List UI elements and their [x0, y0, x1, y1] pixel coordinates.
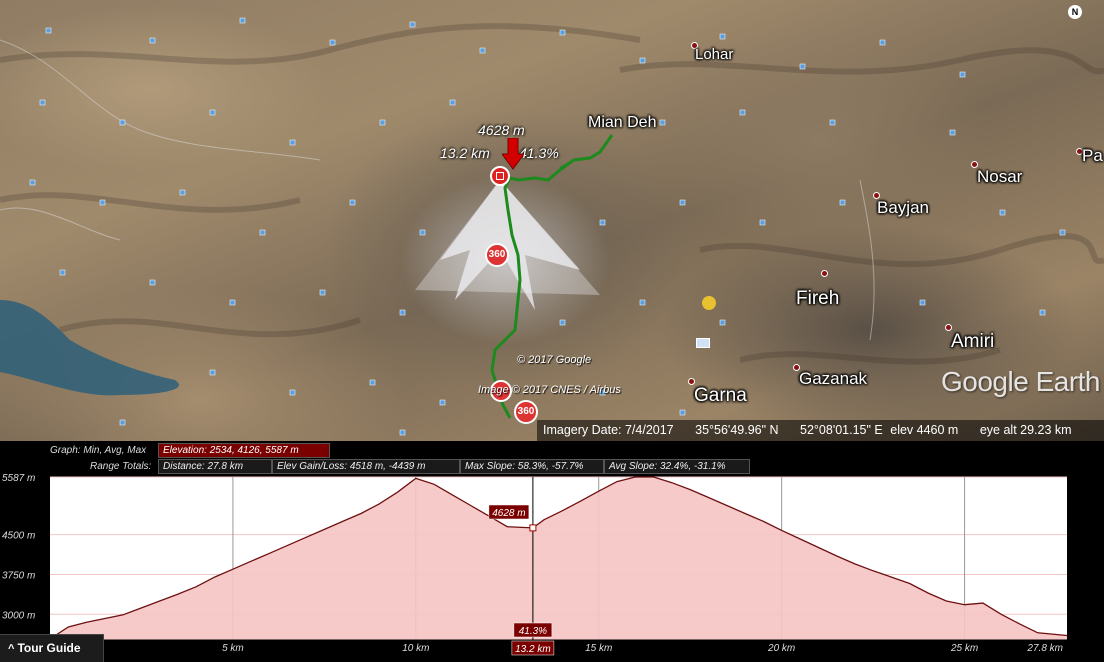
cursor-distance-tag: 13.2 km	[515, 644, 551, 655]
place-garna[interactable]: Garna	[694, 385, 747, 407]
place-fireh[interactable]: Fireh	[796, 288, 839, 310]
x-tick-label: 20 km	[767, 643, 795, 654]
copyright-google: © 2017 Google	[517, 354, 592, 366]
lake	[0, 300, 179, 396]
x-tick-label: 10 km	[402, 643, 429, 654]
y-tick-label: 5587 m	[2, 473, 35, 484]
copyright-imagery: Image © 2017 CNES / Airbus	[478, 384, 621, 396]
place-gazanak[interactable]: Gazanak	[799, 369, 867, 389]
x-tick-label: 27.8 km	[1026, 643, 1063, 654]
y-tick-label: 3000 m	[2, 610, 35, 621]
compass-icon[interactable]: N	[1068, 5, 1082, 19]
red-arrow-icon[interactable]	[502, 138, 524, 170]
eye-altitude: eye alt 29.23 km	[979, 423, 1072, 437]
place-dot	[945, 324, 952, 331]
x-tick-label: 15 km	[585, 643, 612, 654]
y-tick-label: 4500 m	[2, 531, 35, 542]
cursor-slope-tag: 41.3%	[519, 626, 547, 637]
place-amiri[interactable]: Amiri	[951, 331, 994, 353]
summit-marker-icon[interactable]	[490, 166, 510, 186]
place-dot	[688, 378, 695, 385]
place-pa[interactable]: Pa	[1082, 146, 1103, 166]
place-nosar[interactable]: Nosar	[977, 167, 1022, 187]
x-tick-label: 5 km	[222, 643, 244, 654]
photo-icons	[29, 17, 1066, 436]
y-tick-label: 3750 m	[2, 570, 35, 581]
mosque-icon[interactable]	[702, 296, 716, 310]
place-bayjan[interactable]: Bayjan	[877, 198, 929, 218]
cursor-distance-label: 13.2 km	[440, 145, 490, 161]
elevation-profile-panel: Graph: Min, Avg, Max Elevation: 2534, 41…	[0, 441, 1104, 662]
panorama-360-icon[interactable]: 360	[514, 400, 538, 424]
latitude: 35°56'49.96" N	[695, 423, 779, 437]
cursor-elevation-label: 4628 m	[478, 122, 525, 138]
cursor-slope-label: 41.3%	[519, 145, 559, 161]
map-overlay	[0, 17, 1104, 436]
tour-guide-button[interactable]: ^ Tour Guide	[0, 634, 104, 662]
longitude: 52°08'01.15" E	[800, 423, 883, 437]
place-lohar[interactable]: Lohar	[695, 46, 733, 63]
elevation-readout: elev 4460 m	[890, 423, 959, 437]
place-dot	[821, 270, 828, 277]
panorama-360-icon[interactable]: 360	[485, 243, 509, 267]
cursor-point	[529, 524, 537, 532]
google-earth-watermark: Google Earth	[941, 366, 1101, 397]
imagery-date: Imagery Date: 7/4/2017	[543, 423, 674, 437]
map-view[interactable]: Lohar Mian Deh Nosar Bayjan Fireh Amiri …	[0, 0, 1104, 441]
cursor-elevation-tag: 4628 m	[492, 508, 525, 519]
place-mian-deh[interactable]: Mian Deh	[588, 114, 656, 132]
x-tick-label: 25 km	[950, 643, 978, 654]
map-status-bar: Imagery Date: 7/4/2017 35°56'49.96" N 52…	[537, 420, 1104, 441]
chevron-up-icon: ^	[8, 643, 15, 655]
hotel-icon[interactable]	[696, 338, 710, 348]
elevation-chart[interactable]: 5587 m4500 m3750 m3000 m2534 m5 km10 km1…	[0, 441, 1104, 662]
